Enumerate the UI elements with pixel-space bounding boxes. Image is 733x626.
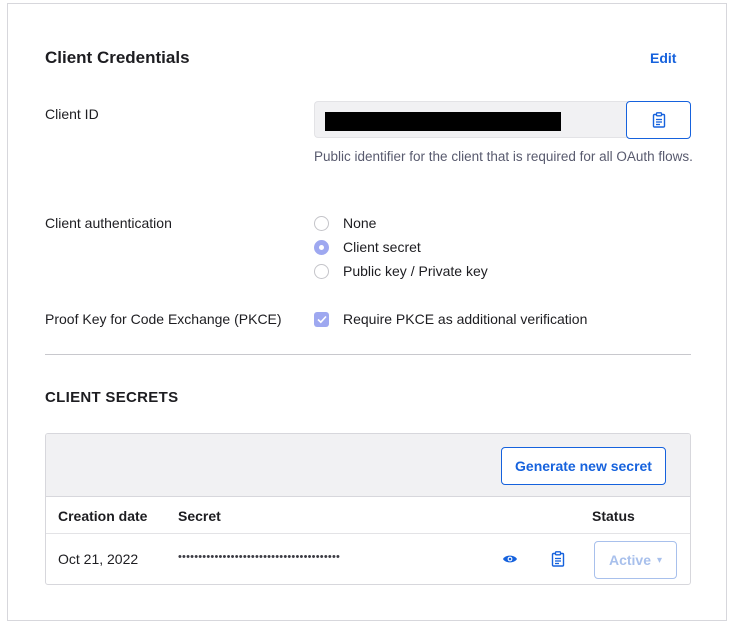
column-header-secret: Secret: [178, 508, 221, 524]
status-dropdown[interactable]: Active ▾: [594, 541, 677, 579]
edit-link[interactable]: Edit: [650, 50, 676, 66]
chevron-down-icon: ▾: [657, 554, 663, 566]
clipboard-icon: [652, 112, 665, 128]
radio-public-private-key-label: Public key / Private key: [343, 263, 488, 279]
table-toolbar: Generate new secret: [46, 434, 690, 497]
column-header-status: Status: [592, 508, 635, 524]
creation-date-cell: Oct 21, 2022: [58, 551, 139, 567]
client-secrets-table: Generate new secret Creation date Secret…: [45, 433, 691, 585]
client-id-label: Client ID: [45, 106, 99, 122]
client-secrets-title: CLIENT SECRETS: [45, 389, 179, 406]
generate-new-secret-button[interactable]: Generate new secret: [501, 447, 666, 485]
status-value: Active: [608, 552, 651, 568]
column-header-creation-date: Creation date: [58, 508, 148, 524]
pkce-checkbox[interactable]: [314, 311, 329, 327]
radio-option-client-secret[interactable]: Client secret: [314, 239, 421, 255]
copy-secret-button[interactable]: [550, 550, 566, 568]
copy-client-id-button[interactable]: [626, 101, 691, 139]
client-auth-label: Client authentication: [45, 215, 172, 231]
radio-public-private-key[interactable]: [314, 263, 329, 279]
client-id-field[interactable]: [314, 101, 628, 138]
client-credentials-panel: Client Credentials Edit Client ID Public…: [7, 3, 727, 621]
clipboard-icon: [551, 551, 565, 567]
pkce-label: Proof Key for Code Exchange (PKCE): [45, 311, 282, 327]
page-title: Client Credentials: [45, 48, 190, 67]
radio-client-secret-label: Client secret: [343, 239, 421, 255]
eye-icon: [503, 555, 517, 563]
table-header-separator: [46, 533, 690, 534]
radio-option-none[interactable]: None: [314, 215, 376, 231]
pkce-checkbox-label: Require PKCE as additional verification: [343, 311, 588, 327]
radio-none[interactable]: [314, 215, 329, 231]
reveal-secret-button[interactable]: [501, 551, 519, 567]
radio-none-label: None: [343, 215, 377, 231]
section-divider: [45, 354, 691, 355]
client-id-help-text: Public identifier for the client that is…: [314, 149, 693, 164]
pkce-checkbox-row[interactable]: Require PKCE as additional verification: [314, 311, 587, 327]
redacted-client-id: [325, 112, 561, 131]
radio-option-public-private-key[interactable]: Public key / Private key: [314, 263, 488, 279]
secret-masked-value: ••••••••••••••••••••••••••••••••••••••••: [178, 551, 341, 563]
radio-client-secret[interactable]: [314, 239, 329, 255]
checkmark-icon: [316, 315, 327, 323]
